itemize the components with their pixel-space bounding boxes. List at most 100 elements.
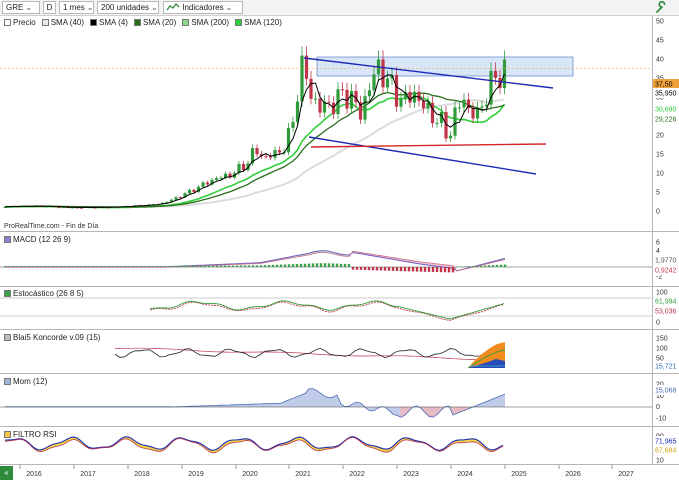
candle-body <box>367 90 372 97</box>
price-axis-tick: 20 <box>656 133 664 140</box>
last-price-tag: 37,50 <box>655 82 673 89</box>
x-year-label: 2022 <box>349 471 365 478</box>
price-axis-tick: 0 <box>656 209 660 216</box>
koncorde-plot <box>114 342 506 369</box>
macd-histogram-bar <box>27 266 31 267</box>
macd-histogram-bar <box>127 266 131 267</box>
macd-histogram-bar <box>367 267 371 271</box>
macd-histogram-bar <box>71 266 75 267</box>
price-tag-sma120: 30,680 <box>655 107 677 114</box>
price-axis-tick: 40 <box>656 57 664 64</box>
price-axis-tick: 5 <box>656 190 660 197</box>
chart-svg[interactable]: 504540353025201510506420-210080200150100… <box>0 16 679 480</box>
symbol-type-button[interactable]: D <box>43 1 56 14</box>
mom-axis-tick: 0 <box>656 404 660 411</box>
symbol-select[interactable]: GRE ⌄ <box>2 1 40 14</box>
macd-histogram-bar <box>347 263 351 267</box>
macd-histogram-bar <box>211 265 215 267</box>
units-select[interactable]: 200 unidades ⌄ <box>97 1 159 14</box>
candle-body <box>471 108 475 119</box>
macd-histogram-bar <box>39 266 43 267</box>
scroll-left-button[interactable]: « <box>0 466 13 480</box>
macd-histogram-bar <box>267 264 271 267</box>
macd-histogram-bar <box>467 266 471 267</box>
macd-histogram-bar <box>251 265 255 267</box>
x-year-label: 2018 <box>134 471 150 478</box>
candle-body <box>363 96 367 120</box>
price-axis-tick: 45 <box>656 38 664 45</box>
macd-histogram-bar <box>115 266 119 267</box>
macd-histogram-bar <box>379 267 383 271</box>
candle-body <box>192 189 196 192</box>
koncorde-tag: 15,721 <box>655 364 677 371</box>
macd-histogram-bar <box>415 267 419 272</box>
macd-histogram-bar <box>119 266 123 267</box>
macd-histogram-bar <box>183 265 187 267</box>
macd-histogram-bar <box>223 265 227 267</box>
macd-histogram-bar <box>411 267 415 272</box>
x-year-label: 2020 <box>242 471 258 478</box>
candle-body <box>309 78 313 99</box>
macd-histogram-bar <box>387 267 391 271</box>
macd-histogram-bar <box>83 266 87 267</box>
macd-histogram-bar <box>271 264 275 267</box>
macd-histogram-bar <box>243 265 247 267</box>
indicators-button[interactable]: Indicadores ⌄ <box>163 1 243 14</box>
macd-histogram-bar <box>463 266 467 267</box>
macd-histogram-bar <box>423 267 427 272</box>
macd-histogram-bar <box>63 266 67 267</box>
koncorde-axis-tick: 100 <box>656 346 668 353</box>
x-year-label: 2024 <box>457 471 473 478</box>
macd-histogram-bar <box>7 266 11 267</box>
macd-histogram-bar <box>371 267 375 271</box>
period-select[interactable]: 1 mes ⌄ <box>59 1 94 14</box>
candle-body <box>277 150 282 153</box>
macd-histogram-bar <box>215 265 219 267</box>
candle-body <box>255 148 259 155</box>
macd-histogram-bar <box>427 267 431 272</box>
macd-histogram-bar <box>15 266 19 267</box>
macd-histogram-bar <box>131 266 135 267</box>
candle-body <box>286 127 291 153</box>
candle-body <box>273 150 277 158</box>
macd-histogram-bar <box>107 266 111 267</box>
candle-body <box>349 90 354 109</box>
macd-histogram-bar <box>47 266 51 267</box>
macd-histogram-bar <box>239 265 243 267</box>
macd-histogram-bar <box>495 264 499 267</box>
support-line[interactable] <box>310 143 547 148</box>
macd-histogram-bar <box>139 266 143 267</box>
macd-histogram-bar <box>303 263 307 267</box>
x-year-label: 2025 <box>511 471 527 478</box>
macd-histogram-bar <box>59 266 63 267</box>
macd-histogram-bar <box>207 265 211 267</box>
stoch-axis-tick: 100 <box>656 290 668 297</box>
wrench-icon[interactable] <box>654 1 668 14</box>
stoch-d-line <box>149 301 505 321</box>
sma20-line <box>4 91 505 208</box>
macd-histogram-bar <box>287 264 291 267</box>
macd-histogram-bar <box>51 266 55 267</box>
macd-histogram-bar <box>315 263 319 267</box>
macd-histogram-bar <box>343 263 347 267</box>
macd-histogram-bar <box>491 265 495 267</box>
candle-body <box>435 123 439 125</box>
macd-histogram-bar <box>475 265 479 267</box>
macd-axis-tick: 6 <box>656 240 660 247</box>
macd-histogram-bar <box>323 263 327 267</box>
macd-histogram-bar <box>479 265 483 267</box>
indicators-label: Indicadores <box>182 3 224 12</box>
macd-histogram-bar <box>23 266 27 267</box>
macd-histogram-bar <box>191 265 195 267</box>
lower-channel-line[interactable] <box>308 136 537 175</box>
macd-histogram-bar <box>171 265 175 267</box>
x-year-label: 2027 <box>618 471 634 478</box>
stoch-tag-1: 61,994 <box>655 299 677 306</box>
macd-histogram-bar <box>95 266 99 267</box>
macd-histogram-bar <box>163 266 167 267</box>
macd-histogram-bar <box>307 263 311 267</box>
resistance-zone[interactable] <box>316 56 574 77</box>
macd-histogram-bar <box>391 267 395 271</box>
macd-plot <box>0 250 652 273</box>
macd-tag-1: 1,9770 <box>655 258 677 265</box>
